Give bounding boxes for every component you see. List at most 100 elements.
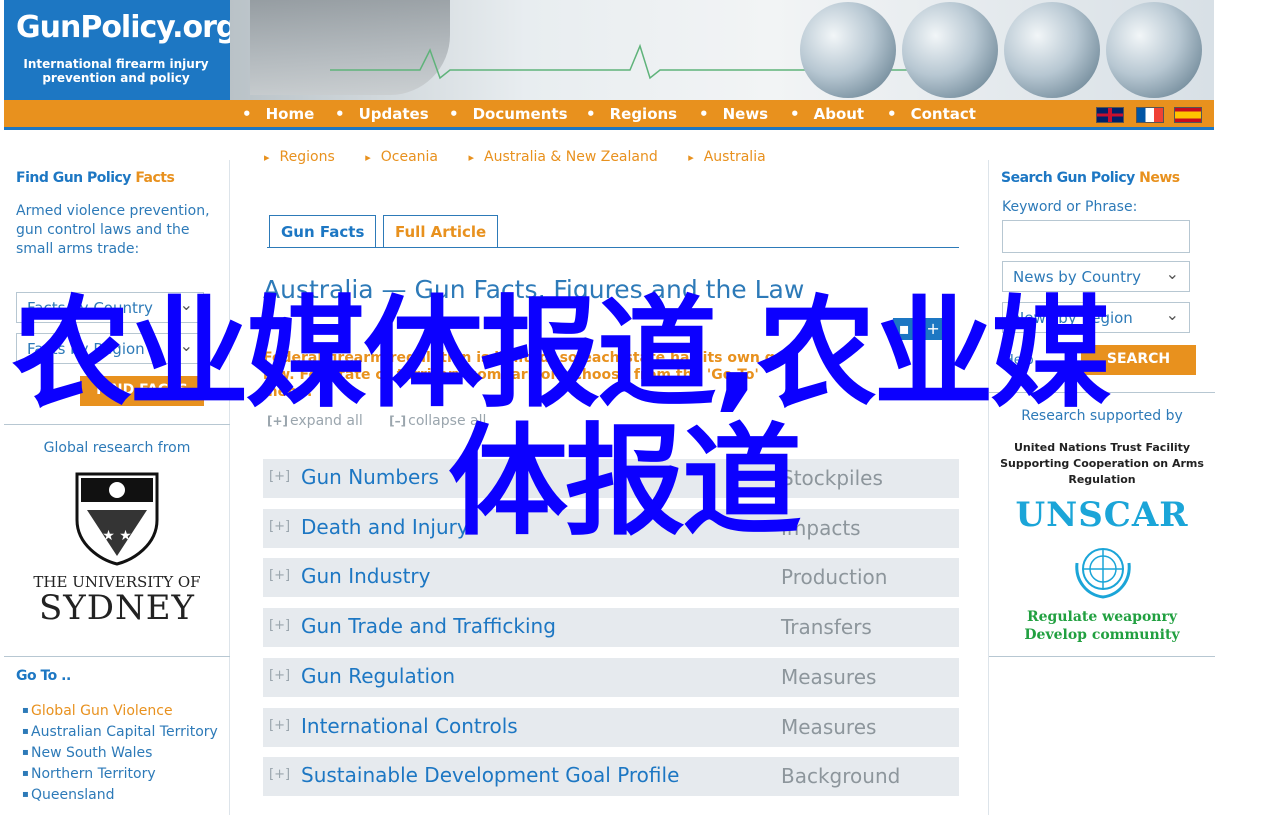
right-divider-1 [989,392,1215,393]
row-label: International Controls [301,714,518,738]
row-gun-numbers[interactable]: [+] Gun Numbers Stockpiles [263,459,959,498]
svg-text:★ ★: ★ ★ [102,528,132,544]
header-banner-image [230,0,1214,100]
facts-by-country-select[interactable]: Facts by Country [16,292,204,323]
news-by-region-select[interactable]: News by Region [1002,302,1190,333]
row-category: Production [781,565,888,589]
row-label: Gun Regulation [301,664,456,688]
university-name-line2: SYDNEY [38,588,195,628]
right-sidebar: Search Gun Policy News Keyword or Phrase… [988,160,1215,815]
tabs-underline [267,247,959,248]
find-facts-heading: Find Gun Policy Facts [16,170,175,186]
find-facts-button[interactable]: FIND FACTS [80,376,204,406]
nav-updates[interactable]: Updates [335,105,429,123]
expand-collapse-controls: [+] expand all [–] collapse all [267,413,508,429]
expand-icon: [+] [269,519,291,534]
logo-title: GunPolicy.org [16,10,237,45]
uk-flag-icon[interactable] [1096,107,1124,123]
left-divider-2 [4,656,230,657]
print-icon[interactable]: ▪ [893,318,915,340]
tagline-line1: Regulate weaponry [1027,609,1177,625]
row-category: Stockpiles [781,466,883,490]
row-category: Background [781,764,901,788]
expand-icon: [+] [269,767,291,782]
globe-image-4 [1106,2,1202,98]
row-label: Gun Trade and Trafficking [301,614,556,638]
breadcrumb-oceania[interactable]: Oceania [365,149,438,165]
nav-home[interactable]: Home [242,105,315,123]
france-flag-icon[interactable] [1136,107,1164,123]
breadcrumb: Regions Oceania Australia & New Zealand … [264,149,792,165]
main-content: Regions Oceania Australia & New Zealand … [231,135,987,815]
expand-all-link[interactable]: [+] expand all [267,413,363,429]
globe-image-2 [902,2,998,98]
logo-subtitle: International firearm injury prevention … [23,57,209,85]
main-nav: Home Updates Documents Regions News Abou… [4,100,1214,130]
nav-documents[interactable]: Documents [449,105,568,123]
intro-text: Federal firearm regulation is limited, s… [263,350,795,400]
research-supported-label: Research supported by [1021,408,1183,424]
site-header: GunPolicy.org International firearm inju… [4,0,1214,100]
search-button[interactable]: SEARCH [1081,345,1196,375]
row-label: Death and Injury [301,515,469,539]
site-logo[interactable]: GunPolicy.org International firearm inju… [4,0,237,100]
row-category: Transfers [781,615,872,639]
left-divider-1 [4,424,230,425]
goto-list: Global Gun Violence Australian Capital T… [22,702,222,807]
help-link[interactable]: Help [1004,353,1034,368]
facts-by-region-select[interactable]: Facts by Region [16,333,204,364]
goto-item-act[interactable]: Australian Capital Territory [22,723,222,741]
un-trust-facility-text: United Nations Trust Facility Supporting… [1000,441,1204,486]
news-by-country-select[interactable]: News by Country [1002,261,1190,292]
row-label: Sustainable Development Goal Profile [301,763,680,787]
row-label: Gun Industry [301,564,431,588]
find-facts-description: Armed violence prevention, gun control l… [16,203,210,257]
search-news-heading: Search Gun Policy News [1001,170,1180,186]
goto-item-nsw[interactable]: New South Wales [22,744,222,762]
row-category: Impacts [781,516,861,540]
page-title: Australia — Gun Facts, Figures and the L… [263,275,805,304]
expand-icon: [+] [269,618,291,633]
expand-icon: [+] [269,668,291,683]
nav-about[interactable]: About [790,105,865,123]
row-gun-industry[interactable]: [+] Gun Industry Production [263,558,959,597]
goto-item-qld[interactable]: Queensland [22,786,222,804]
add-icon[interactable]: + [922,318,945,340]
keyword-input[interactable] [1002,220,1190,253]
row-death-injury[interactable]: [+] Death and Injury Impacts [263,509,959,548]
title-icon-group: ▪ + [891,318,945,340]
right-divider-2 [989,656,1215,657]
breadcrumb-australia-nz[interactable]: Australia & New Zealand [468,149,658,165]
expand-icon: [+] [269,568,291,583]
goto-heading: Go To .. [16,668,71,684]
breadcrumb-australia[interactable]: Australia [688,149,766,165]
tagline-line2: Develop community [1024,627,1180,643]
goto-item-nt[interactable]: Northern Territory [22,765,222,783]
global-research-label: Global research from [43,440,191,456]
keyword-label: Keyword or Phrase: [1002,199,1138,215]
expand-icon: [+] [269,469,291,484]
tab-gun-facts[interactable]: Gun Facts [269,215,377,248]
row-category: Measures [781,715,877,739]
university-crest-icon[interactable]: ★ ★ [73,470,161,566]
row-category: Measures [781,665,877,689]
row-gun-regulation[interactable]: [+] Gun Regulation Measures [263,658,959,697]
row-international-controls[interactable]: [+] International Controls Measures [263,708,959,747]
unscar-logo-text[interactable]: UNSCAR [989,495,1215,535]
tab-full-article[interactable]: Full Article [383,215,499,248]
unscar-tagline: Regulate weaponry Develop community [989,608,1215,644]
expand-icon: [+] [269,718,291,733]
breadcrumb-regions[interactable]: Regions [264,149,335,165]
globe-image-3 [1004,2,1100,98]
row-label: Gun Numbers [301,465,439,489]
nav-contact[interactable]: Contact [887,105,976,123]
nav-news[interactable]: News [699,105,769,123]
un-emblem-icon [1075,548,1131,599]
spain-flag-icon[interactable] [1174,107,1202,123]
row-gun-trade[interactable]: [+] Gun Trade and Trafficking Transfers [263,608,959,647]
goto-item-global[interactable]: Global Gun Violence [22,702,222,720]
nav-regions[interactable]: Regions [586,105,678,123]
collapse-all-link[interactable]: [–] collapse all [389,413,486,429]
left-sidebar: Find Gun Policy Facts Armed violence pre… [4,160,230,815]
row-sdg-profile[interactable]: [+] Sustainable Development Goal Profile… [263,757,959,796]
